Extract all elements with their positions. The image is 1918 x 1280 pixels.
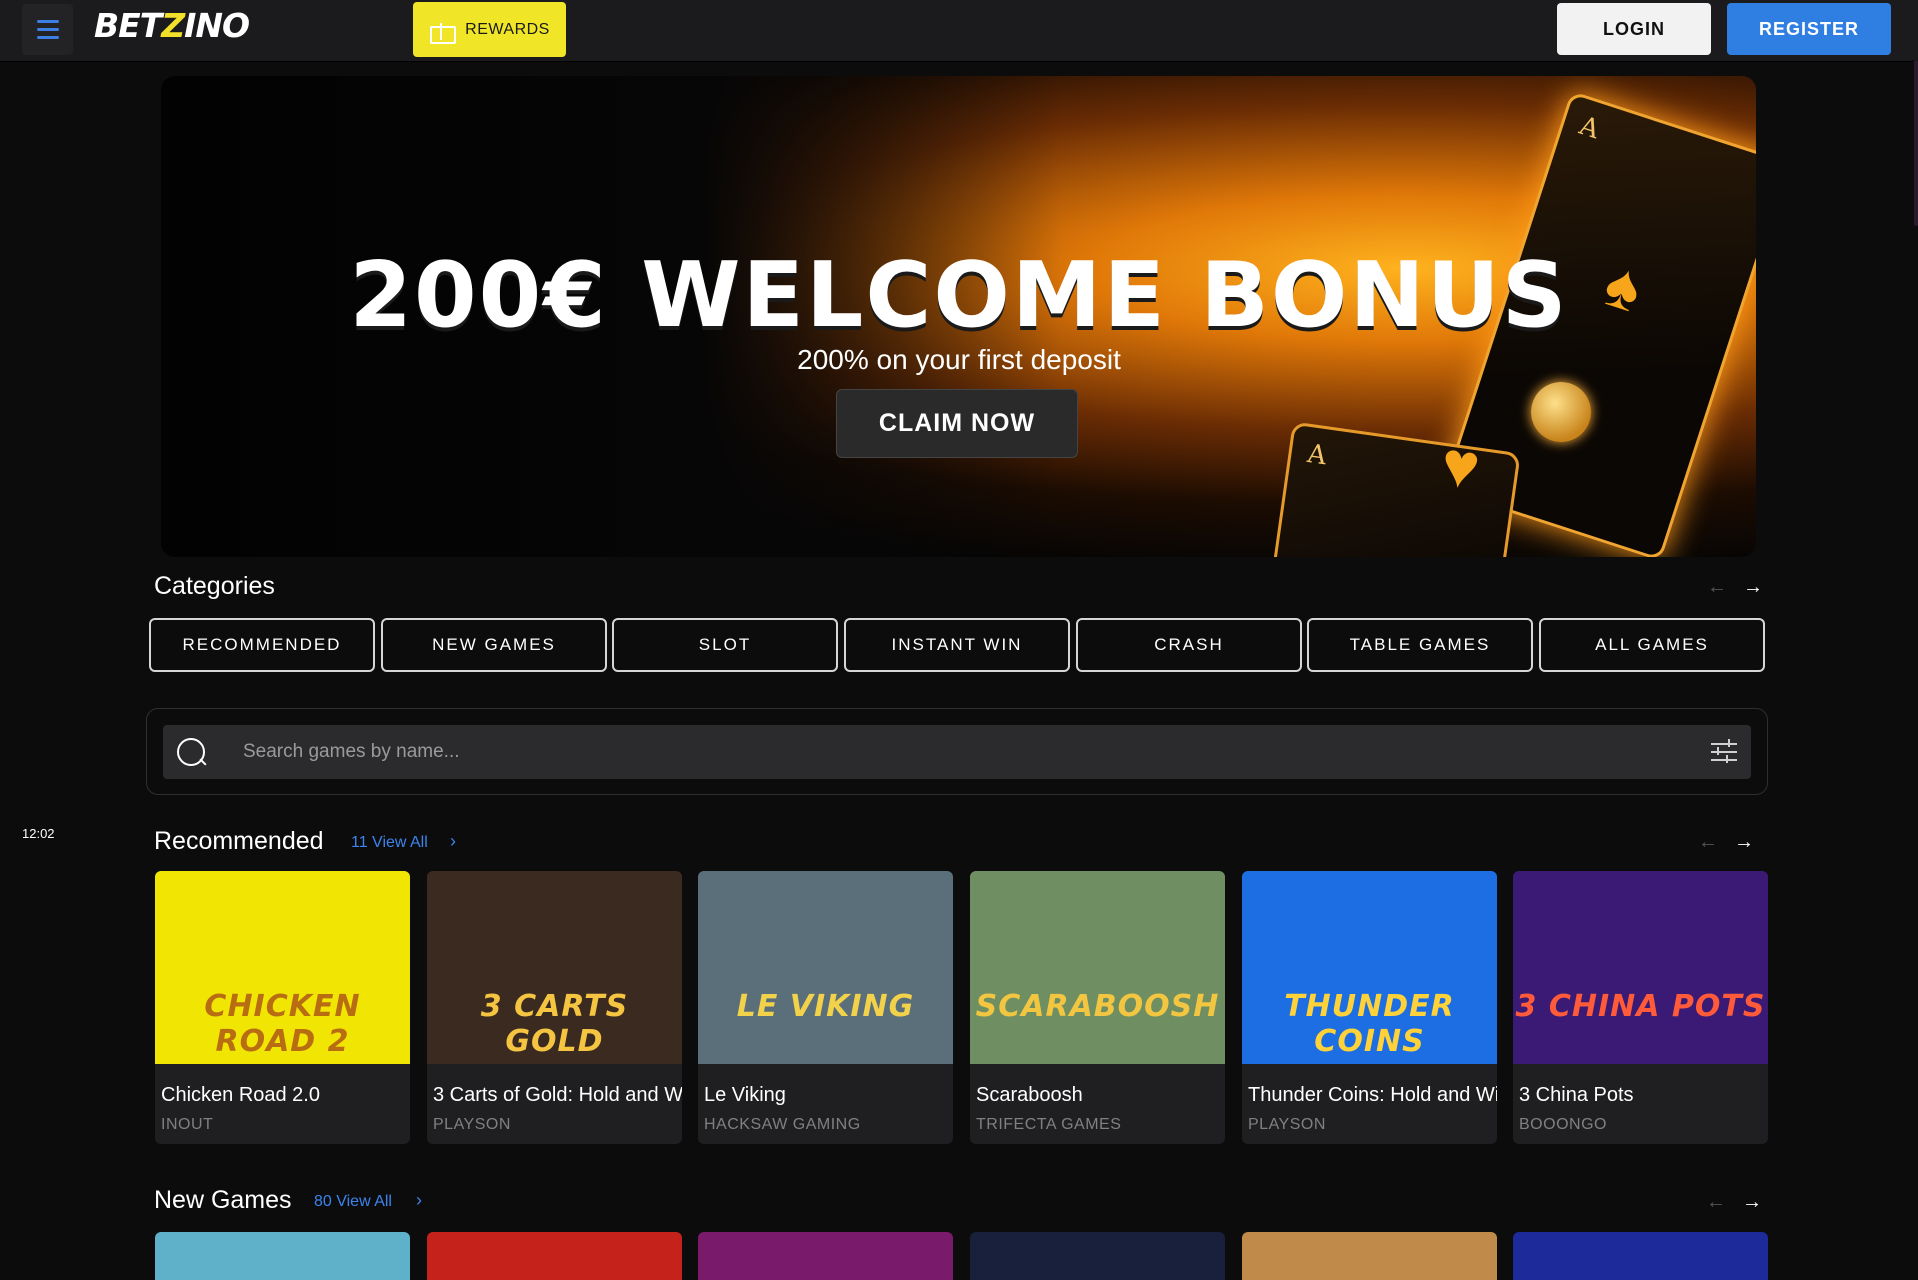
game-name[interactable]: Chicken Road 2.0: [161, 1084, 410, 1107]
login-button[interactable]: LOGIN: [1557, 3, 1711, 55]
page-scrollbar[interactable]: [1912, 60, 1918, 1280]
game-provider: PLAYSON: [1248, 1116, 1326, 1133]
game-thumbnail[interactable]: CHICKEN ROAD 2: [155, 871, 410, 1064]
search-box: [163, 725, 1751, 779]
new-game-tile[interactable]: [1242, 1232, 1497, 1280]
game-name[interactable]: Thunder Coins: Hold and Win: [1248, 1084, 1497, 1107]
game-provider: HACKSAW GAMING: [704, 1116, 861, 1133]
game-provider: INOUT: [161, 1116, 214, 1133]
categories-title: Categories: [154, 572, 275, 600]
new-game-tile[interactable]: [427, 1232, 682, 1280]
game-tile[interactable]: 3 CHINA POTS 3 China Pots BOOONGO: [1513, 871, 1768, 1144]
game-name[interactable]: Scaraboosh: [976, 1084, 1225, 1107]
game-thumbnail-title: 3 CHINA POTS: [1515, 989, 1766, 1024]
category-instant-win[interactable]: INSTANT WIN: [844, 618, 1070, 672]
new-game-tile[interactable]: [1513, 1232, 1768, 1280]
game-tile[interactable]: THUNDER COINS Thunder Coins: Hold and Win…: [1242, 871, 1497, 1144]
game-tile[interactable]: CHICKEN ROAD 2 Chicken Road 2.0 INOUT: [155, 871, 410, 1144]
recommended-title: Recommended: [154, 827, 324, 855]
game-provider: TRIFECTA GAMES: [976, 1116, 1122, 1133]
categories-prev-arrow-icon[interactable]: ←: [1707, 576, 1727, 599]
register-button[interactable]: REGISTER: [1727, 3, 1891, 55]
game-tile[interactable]: 3 CARTS GOLD 3 Carts of Gold: Hold and Wi…: [427, 871, 682, 1144]
new-game-tile[interactable]: [155, 1232, 410, 1280]
game-provider: PLAYSON: [433, 1116, 511, 1133]
ace-of-clubs-card: A ♥: [1251, 421, 1521, 557]
top-header: BETZINO REWARDS LOGIN REGISTER: [0, 0, 1918, 62]
game-tile[interactable]: SCARABOOSH Scaraboosh TRIFECTA GAMES: [970, 871, 1225, 1144]
category-table-games[interactable]: TABLE GAMES: [1307, 618, 1533, 672]
game-name[interactable]: Le Viking: [704, 1084, 953, 1107]
new-game-tile[interactable]: [970, 1232, 1225, 1280]
game-thumbnail[interactable]: 3 CHINA POTS: [1513, 871, 1768, 1064]
new-games-title: New Games: [154, 1186, 292, 1214]
page-scrollbar-thumb[interactable]: [1914, 60, 1918, 226]
rewards-label: REWARDS: [465, 20, 550, 38]
game-name[interactable]: 3 Carts of Gold: Hold and Win: [433, 1084, 682, 1107]
category-all-games[interactable]: ALL GAMES: [1539, 618, 1765, 672]
betzino-logo[interactable]: BETZINO: [94, 6, 250, 45]
rewards-button[interactable]: REWARDS: [413, 2, 566, 57]
chevron-right-icon[interactable]: ›: [416, 1190, 422, 1211]
claim-now-button[interactable]: CLAIM NOW: [836, 389, 1078, 458]
game-thumbnail[interactable]: SCARABOOSH: [970, 871, 1225, 1064]
new-games-next-arrow-icon[interactable]: →: [1742, 1191, 1762, 1214]
new-games-prev-arrow-icon[interactable]: ←: [1706, 1191, 1726, 1214]
category-new-games[interactable]: NEW GAMES: [381, 618, 607, 672]
gold-coin-icon: [1531, 382, 1591, 442]
game-provider: BOOONGO: [1519, 1116, 1607, 1133]
game-thumbnail[interactable]: 3 CARTS GOLD: [427, 871, 682, 1064]
hero-subtitle: 200% on your first deposit: [797, 344, 1121, 375]
category-slot[interactable]: SLOT: [612, 618, 838, 672]
game-thumbnail-title: SCARABOOSH: [975, 989, 1220, 1024]
game-thumbnail-title: LE VIKING: [736, 989, 915, 1024]
chevron-right-icon[interactable]: ›: [450, 831, 456, 852]
game-tile[interactable]: LE VIKING Le Viking HACKSAW GAMING: [698, 871, 953, 1144]
game-thumbnail-title: THUNDER COINS: [1284, 989, 1455, 1059]
recommended-next-arrow-icon[interactable]: →: [1734, 831, 1754, 854]
category-crash[interactable]: CRASH: [1076, 618, 1302, 672]
sidebar-time-label: 12:02: [22, 826, 55, 841]
hero-title: 200€ WELCOME BONUS: [349, 243, 1569, 348]
recommended-prev-arrow-icon[interactable]: ←: [1698, 831, 1718, 854]
new-game-tile[interactable]: [698, 1232, 953, 1280]
search-input[interactable]: [243, 725, 1643, 779]
new-games-view-all-link[interactable]: 80 View All: [314, 1193, 392, 1211]
gift-icon: [429, 19, 457, 44]
recommended-view-all-link[interactable]: 11 View All: [351, 834, 428, 852]
game-name[interactable]: 3 China Pots: [1519, 1084, 1768, 1107]
categories-next-arrow-icon[interactable]: →: [1743, 576, 1763, 599]
hamburger-menu-icon[interactable]: [22, 4, 73, 55]
search-icon: [177, 738, 205, 766]
filter-sliders-icon[interactable]: [1711, 739, 1737, 765]
search-panel: [146, 708, 1768, 795]
game-thumbnail-title: 3 CARTS GOLD: [480, 989, 629, 1059]
game-thumbnail-title: CHICKEN ROAD 2: [204, 989, 361, 1059]
category-recommended[interactable]: RECOMMENDED: [149, 618, 375, 672]
game-thumbnail[interactable]: LE VIKING: [698, 871, 953, 1064]
game-thumbnail[interactable]: THUNDER COINS: [1242, 871, 1497, 1064]
heart-icon: ♥: [1436, 426, 1485, 504]
